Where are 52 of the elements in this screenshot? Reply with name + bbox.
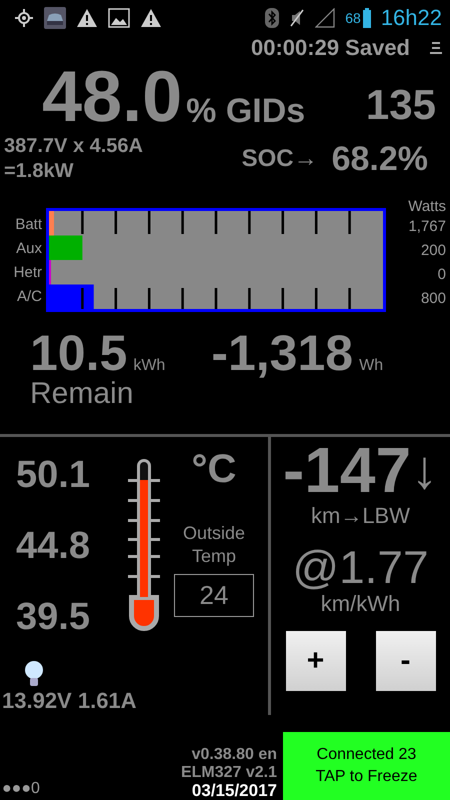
bar-value: 200	[420, 241, 446, 261]
light-bulb-icon	[22, 660, 46, 688]
image-icon	[108, 8, 130, 28]
location-icon	[14, 8, 34, 28]
efficiency-unit: km/kWh	[320, 591, 400, 617]
gids-value: 135	[366, 81, 436, 129]
bar-label: Hetr	[14, 263, 42, 283]
gids-label: % GIDs	[186, 92, 306, 131]
energy-delta: -1,318	[211, 325, 354, 381]
bar-value: 800	[420, 289, 446, 309]
energy-unit: Wh	[359, 357, 384, 375]
range-arrow: ↓	[411, 439, 438, 502]
battery-percent: 68	[345, 10, 361, 26]
power-total: =1.8kW	[4, 159, 74, 184]
outside-temp-label: Outside Temp	[182, 522, 246, 568]
outside-temp-value: 24	[174, 574, 254, 617]
charge-percent: 48.0	[42, 61, 182, 133]
efficiency-value: @1.77	[292, 543, 429, 591]
temperature-reading: 44.8	[16, 524, 91, 569]
bar-value: 1,767	[408, 217, 446, 237]
soc-label: SOC→	[242, 145, 318, 173]
battery-icon	[362, 8, 371, 28]
soc-value: 68.2%	[332, 140, 428, 178]
bar-label: Aux	[16, 239, 42, 259]
temperature-unit: °C	[192, 447, 236, 492]
page-indicator[interactable]: ●●●0	[0, 780, 40, 800]
thermometer-bulb	[129, 595, 159, 631]
range-distance: -147	[282, 437, 412, 503]
mute-icon	[289, 8, 306, 26]
menu-icon[interactable]	[430, 41, 442, 55]
bar-value: 0	[438, 265, 446, 285]
app-version: v0.38.80 en	[192, 746, 277, 764]
warning-icon	[76, 8, 98, 28]
warning-icon	[140, 8, 162, 28]
bluetooth-icon	[265, 8, 280, 28]
adapter-version: ELM327 v2.1	[180, 764, 277, 782]
power-reading: 387.7V x 4.56A	[4, 134, 143, 159]
connection-button[interactable]: Connected 23 TAP to Freeze	[283, 732, 450, 800]
clock: 16h22	[380, 4, 442, 30]
timer-status: 00:00:29 Saved	[251, 35, 410, 61]
bar-label: Batt	[15, 215, 42, 235]
watts-heading: Watts	[408, 198, 446, 215]
energy-unit: kWh	[133, 357, 166, 375]
adjust-button[interactable]: -	[376, 631, 436, 691]
bar-label: A/C	[16, 287, 42, 307]
adjust-button[interactable]: +	[286, 631, 346, 691]
signal-icon	[315, 8, 336, 28]
date-text: 03/15/2017	[192, 782, 277, 800]
range-destination: km→LBW	[311, 503, 410, 529]
temperature-reading: 39.5	[16, 595, 91, 640]
temperature-reading: 50.1	[16, 453, 91, 498]
aux-battery-reading: 13.92V 1.61A	[1, 688, 138, 714]
